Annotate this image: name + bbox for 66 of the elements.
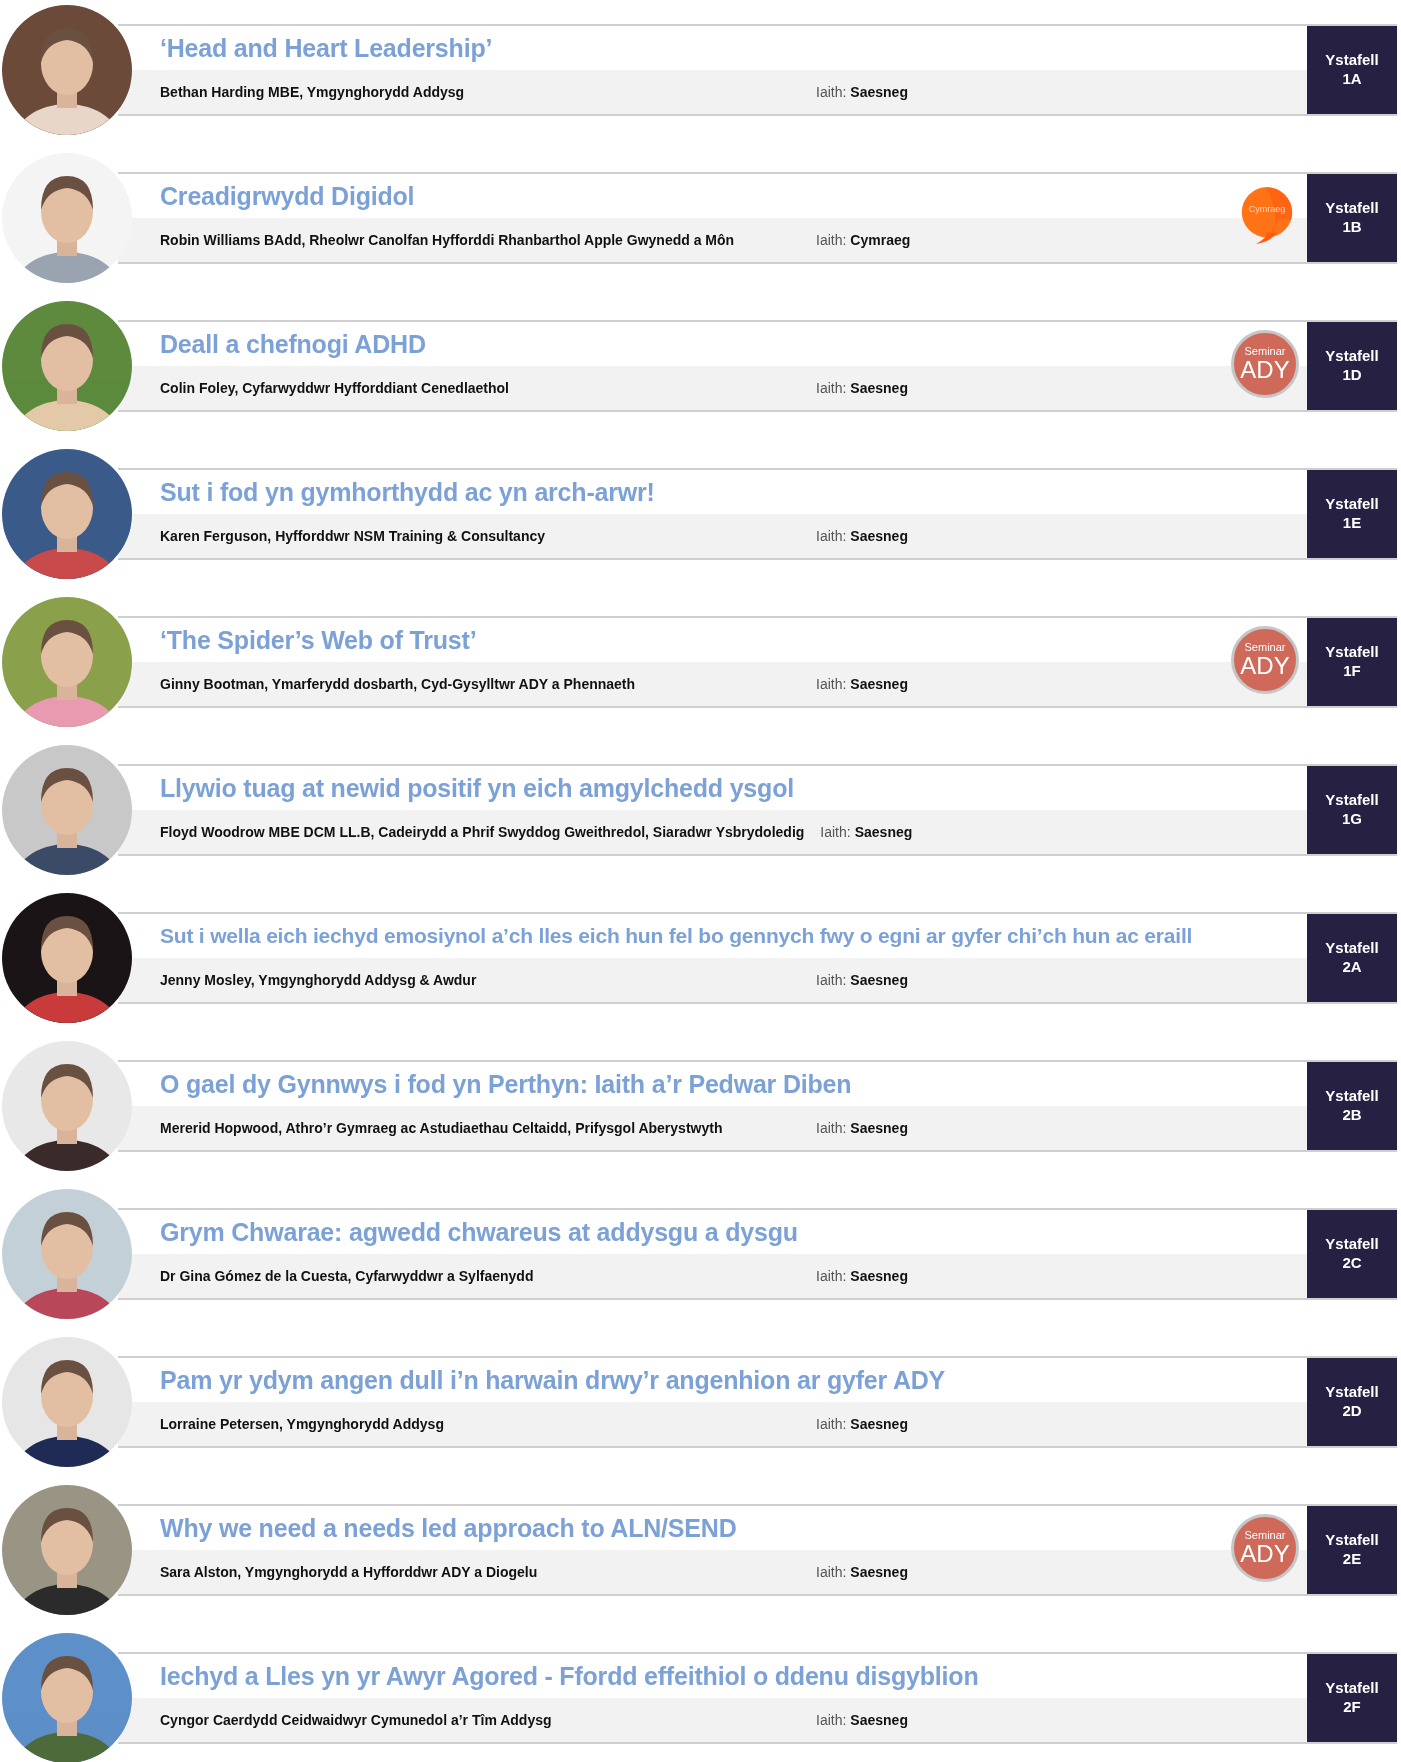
language-value: Saesneg: [850, 1120, 908, 1136]
speaker-name: Karen Ferguson, Hyfforddwr NSM Training & Consultancy: [160, 528, 547, 544]
language-value: Saesneg: [850, 380, 908, 396]
session-title[interactable]: Sut i wella eich iechyd emosiynol a’ch lles eich hun fel bo gennych fwy o egni ar gyfer chi’ch hun ac eraill: [160, 924, 1193, 948]
language-value: Saesneg: [850, 1712, 908, 1728]
session-title[interactable]: O gael dy Gynnwys i fod yn Perthyn: Iaith a’r Pedwar Diben: [160, 1069, 852, 1099]
speaker-name: Lorraine Petersen, Ymgynghorydd Addysg: [160, 1416, 445, 1432]
session-title[interactable]: Why we need a needs led approach to ALN/SEND: [160, 1513, 737, 1543]
session-title[interactable]: Sut i fod yn gymhorthydd ac yn arch-arwr!: [160, 477, 655, 507]
language-value: Saesneg: [850, 1268, 908, 1284]
room-label: Ystafell 2A: [1307, 914, 1397, 1002]
speaker-name: Jenny Mosley, Ymgynghorydd Addysg & Awdur: [160, 972, 478, 988]
room-label: Ystafell 2E: [1307, 1506, 1397, 1594]
language-value: Saesneg: [850, 84, 908, 100]
badge-label: ADY: [1240, 356, 1290, 383]
language-value: Saesneg: [850, 1564, 908, 1580]
room-label: Ystafell 2F: [1307, 1654, 1397, 1742]
language-label: Iaith:: [816, 1268, 847, 1284]
session-title[interactable]: Iechyd a Lles yn yr Awyr Agored - Ffordd effeithiol o ddenu disgyblion: [160, 1661, 979, 1691]
session-title[interactable]: Llywio tuag at newid positif yn eich amgylchedd ysgol: [160, 773, 794, 803]
language-label: Iaith:: [816, 1120, 847, 1136]
language-label: Iaith:: [816, 1416, 847, 1432]
language-label: Iaith:: [816, 380, 847, 396]
speaker-name: Ginny Bootman, Ymarferydd dosbarth, Cyd-Gysylltwr ADY a Phennaeth: [160, 676, 637, 692]
language-value: Cymraeg: [850, 232, 911, 248]
room-label: Ystafell 1E: [1307, 470, 1397, 558]
room-label: Ystafell 1G: [1307, 766, 1397, 854]
speaker-name: Mererid Hopwood, Athro’r Gymraeg ac Astudiaethau Celtaidd, Prifysgol Aberystwyth: [160, 1120, 724, 1136]
speaker-name: Cyngor Caerdydd Ceidwaidwyr Cymunedol a’r Tîm Addysg: [160, 1712, 553, 1728]
language-label: Iaith:: [816, 676, 847, 692]
session-title[interactable]: Pam yr ydym angen dull i’n harwain drwy’r angenhion ar gyfer ADY: [160, 1365, 946, 1395]
room-label: Ystafell 2D: [1307, 1358, 1397, 1446]
language-label: Iaith:: [820, 824, 851, 840]
language-value: Saesneg: [850, 972, 908, 988]
language-value: Saesneg: [854, 824, 913, 840]
session-title[interactable]: Creadigrwydd Digidol: [160, 181, 415, 211]
room-label: Ystafell 1F: [1307, 618, 1397, 706]
language-value: Saesneg: [850, 1416, 908, 1432]
session-title[interactable]: ‘Head and Heart Leadership’: [160, 33, 493, 63]
badge-label: ADY: [1240, 1540, 1290, 1567]
speaker-name: Dr Gina Gómez de la Cuesta, Cyfarwyddwr a Sylfaenydd: [160, 1268, 535, 1284]
language-label: Iaith:: [816, 972, 847, 988]
session-title[interactable]: ‘The Spider’s Web of Trust’: [160, 625, 477, 655]
language-label: Iaith:: [816, 528, 847, 544]
session-title[interactable]: Deall a chefnogi ADHD: [160, 329, 426, 359]
language-label: Iaith:: [816, 232, 847, 248]
speaker-name: Colin Foley, Cyfarwyddwr Hyfforddiant Cenedlaethol: [160, 380, 510, 396]
room-label: Ystafell 1A: [1307, 26, 1397, 114]
language-value: Saesneg: [850, 676, 908, 692]
language-label: Iaith:: [816, 1712, 847, 1728]
badge-label: ADY: [1240, 652, 1290, 679]
room-label: Ystafell 1B: [1307, 174, 1397, 262]
room-label: Ystafell 2B: [1307, 1062, 1397, 1150]
language-value: Saesneg: [850, 528, 908, 544]
language-label: Iaith:: [816, 84, 847, 100]
badge-label: Seminar: [1244, 641, 1286, 653]
room-label: Ystafell 1D: [1307, 322, 1397, 410]
session-title[interactable]: Grym Chwarae: agwedd chwareus at addysgu a dysgu: [160, 1217, 798, 1247]
language-label: Iaith:: [816, 1564, 847, 1580]
speaker-name: Robin Williams BAdd, Rheolwr Canolfan Hyfforddi Rhanbarthol Apple Gwynedd a Môn: [160, 232, 736, 248]
speaker-name: Bethan Harding MBE, Ymgynghorydd Addysg: [160, 84, 466, 100]
badge-label: Seminar: [1244, 345, 1286, 357]
speaker-name: Floyd Woodrow MBE DCM LL.B, Cadeirydd a Phrif Swyddog Gweithredol, Siaradwr Ysbrydoledig: [160, 824, 805, 840]
speaker-name: Sara Alston, Ymgynghorydd a Hyfforddwr ADY a Diogelu: [160, 1564, 539, 1580]
badge-label: Seminar: [1244, 1529, 1286, 1541]
room-label: Ystafell 2C: [1307, 1210, 1397, 1298]
